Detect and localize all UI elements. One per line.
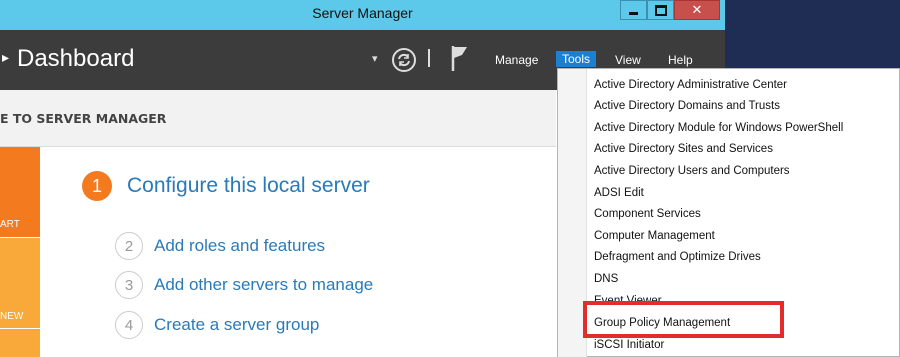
breadcrumb-arrow-icon[interactable]: ▸ [2, 50, 9, 66]
menu-item-iscsi-initiator[interactable]: iSCSI Initiator [594, 335, 894, 356]
add-other-servers-link[interactable]: Add other servers to manage [154, 275, 373, 295]
menu-item-adsi-edit[interactable]: ADSI Edit [594, 183, 894, 204]
refresh-icon[interactable] [389, 45, 419, 75]
menu-manage[interactable]: Manage [495, 53, 538, 67]
menu-item-defragment[interactable]: Defragment and Optimize Drives [594, 247, 894, 268]
page-title: Dashboard [17, 45, 135, 72]
maximize-icon [654, 4, 667, 16]
menu-item-component-services[interactable]: Component Services [594, 204, 894, 225]
menu-item-ad-domains-trusts[interactable]: Active Directory Domains and Trusts [594, 96, 894, 117]
window-title: Server Manager [312, 5, 413, 21]
notifications-flag-icon[interactable] [449, 44, 471, 72]
menu-item-ad-sites-services[interactable]: Active Directory Sites and Services [594, 139, 894, 160]
menu-view[interactable]: View [615, 53, 641, 67]
step-number-badge: 2 [115, 232, 143, 260]
toolbar-separator [428, 49, 430, 67]
menu-help[interactable]: Help [668, 53, 693, 67]
create-server-group-link[interactable]: Create a server group [154, 315, 319, 335]
whats-new-label: NEW [0, 311, 24, 322]
navigation-dropdown-icon[interactable]: ▾ [372, 52, 378, 65]
step-number-badge: 3 [115, 271, 143, 299]
learn-more-tile[interactable] [0, 329, 40, 357]
close-button[interactable]: ✕ [674, 0, 720, 20]
minimize-icon [629, 11, 638, 15]
minimize-button[interactable] [620, 0, 647, 20]
menu-item-ad-admin-center[interactable]: Active Directory Administrative Center [594, 75, 894, 96]
welcome-title: E TO SERVER MANAGER [0, 111, 167, 126]
step-number-badge: 4 [115, 311, 143, 339]
step-number-badge: 1 [82, 171, 112, 201]
maximize-button[interactable] [647, 0, 674, 20]
menu-tools[interactable]: Tools [556, 51, 597, 67]
menu-item-ad-users-computers[interactable]: Active Directory Users and Computers [594, 161, 894, 182]
quick-start-label: ART [0, 219, 20, 230]
menu-item-computer-management[interactable]: Computer Management [594, 226, 894, 247]
menu-item-ad-powershell-module[interactable]: Active Directory Module for Windows Powe… [594, 118, 894, 139]
highlight-annotation-box [583, 301, 784, 338]
menu-item-dns[interactable]: DNS [594, 269, 894, 290]
configure-local-server-link[interactable]: Configure this local server [127, 174, 370, 198]
close-icon: ✕ [691, 2, 703, 18]
add-roles-features-link[interactable]: Add roles and features [154, 236, 325, 256]
